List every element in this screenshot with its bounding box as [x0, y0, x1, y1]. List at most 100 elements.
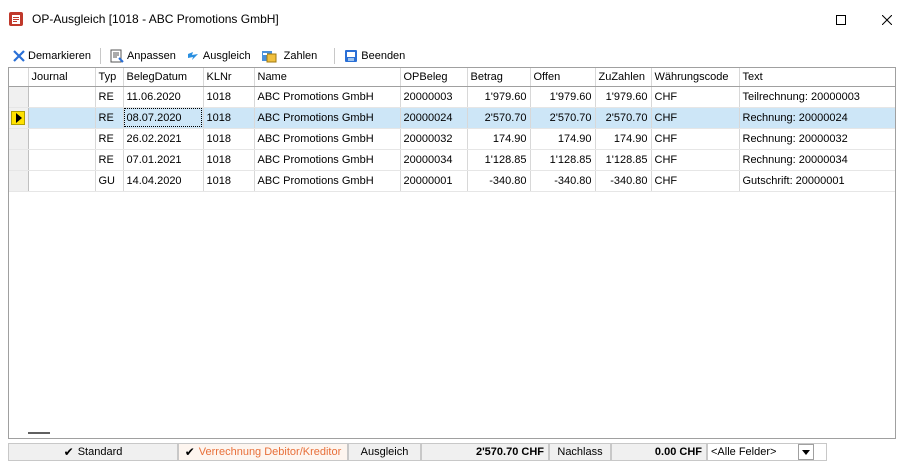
column-header-waehrungscode[interactable]: Währungscode	[651, 68, 740, 87]
cell-typ[interactable]: RE	[95, 149, 124, 171]
row-indicator[interactable]	[9, 128, 29, 150]
cell-belegdatum[interactable]: 14.04.2020	[123, 170, 204, 192]
cell-zuzahlen[interactable]: 1'979.60	[595, 86, 652, 108]
row-indicator[interactable]	[9, 86, 29, 108]
table-row-selected[interactable]: RE 08.07.2020 1018 ABC Promotions GmbH 2…	[9, 107, 895, 129]
cell-typ[interactable]: RE	[95, 86, 124, 108]
column-header-belegdatum[interactable]: BelegDatum	[123, 68, 204, 87]
ausgleich-button[interactable]: Ausgleich	[183, 46, 254, 66]
cell-zuzahlen[interactable]: 1'128.85	[595, 149, 652, 171]
column-header-opbeleg[interactable]: OPBeleg	[400, 68, 468, 87]
cell-journal[interactable]	[28, 170, 96, 192]
row-indicator-current[interactable]	[9, 107, 29, 129]
cell-text[interactable]: Gutschrift: 20000001	[739, 170, 895, 192]
column-header-journal[interactable]: Journal	[28, 68, 96, 87]
title-bar: OP-Ausgleich [1018 - ABC Promotions GmbH…	[0, 0, 903, 40]
field-filter-select[interactable]: <Alle Felder>	[707, 443, 827, 461]
cell-name[interactable]: ABC Promotions GmbH	[254, 86, 401, 108]
cell-typ[interactable]: RE	[95, 107, 124, 129]
column-header-klnr[interactable]: KLNr	[203, 68, 255, 87]
cell-zuzahlen[interactable]: 2'570.70	[595, 107, 652, 129]
anpassen-button[interactable]: Anpassen	[107, 46, 179, 66]
cell-opbeleg[interactable]: 20000032	[400, 128, 468, 150]
column-header-name[interactable]: Name	[254, 68, 401, 87]
cell-waehrungscode[interactable]: CHF	[651, 107, 740, 129]
column-header-betrag[interactable]: Betrag	[467, 68, 531, 87]
zahlen-button[interactable]: Zahlen	[258, 46, 321, 66]
cell-journal[interactable]	[28, 149, 96, 171]
cell-text[interactable]: Rechnung: 20000032	[739, 128, 895, 150]
cell-journal[interactable]	[28, 86, 96, 108]
ausgleich-label: Ausgleich	[348, 443, 421, 461]
cell-belegdatum[interactable]: 07.01.2021	[123, 149, 204, 171]
cell-offen[interactable]: -340.80	[530, 170, 596, 192]
table-row[interactable]: RE 11.06.2020 1018 ABC Promotions GmbH 2…	[9, 86, 895, 108]
cell-klnr[interactable]: 1018	[203, 128, 255, 150]
cell-opbeleg[interactable]: 20000001	[400, 170, 468, 192]
cell-offen[interactable]: 1'128.85	[530, 149, 596, 171]
cell-waehrungscode[interactable]: CHF	[651, 86, 740, 108]
column-header-offen[interactable]: Offen	[530, 68, 596, 87]
verrechnung-label: Verrechnung Debitor/Kreditor	[198, 446, 342, 458]
cell-name[interactable]: ABC Promotions GmbH	[254, 107, 401, 129]
cell-name[interactable]: ABC Promotions GmbH	[254, 128, 401, 150]
cell-klnr[interactable]: 1018	[203, 149, 255, 171]
maximize-icon	[836, 15, 846, 25]
cell-offen[interactable]: 1'979.60	[530, 86, 596, 108]
cell-name[interactable]: ABC Promotions GmbH	[254, 170, 401, 192]
close-button[interactable]	[864, 0, 903, 40]
row-indicator[interactable]	[9, 170, 29, 192]
cell-waehrungscode[interactable]: CHF	[651, 149, 740, 171]
cell-betrag[interactable]: 1'128.85	[467, 149, 531, 171]
maximize-button[interactable]	[818, 0, 864, 40]
cell-opbeleg[interactable]: 20000024	[400, 107, 468, 129]
ausgleich-value: 2'570.70 CHF	[421, 443, 549, 461]
beenden-button[interactable]: Beenden	[341, 46, 408, 66]
cell-belegdatum[interactable]: 26.02.2021	[123, 128, 204, 150]
cell-typ[interactable]: RE	[95, 128, 124, 150]
cell-opbeleg[interactable]: 20000003	[400, 86, 468, 108]
cell-klnr[interactable]: 1018	[203, 107, 255, 129]
cell-journal[interactable]	[28, 107, 96, 129]
cell-text[interactable]: Rechnung: 20000034	[739, 149, 895, 171]
verrechnung-toggle[interactable]: ✔ Verrechnung Debitor/Kreditor	[178, 443, 348, 461]
table-row[interactable]: RE 07.01.2021 1018 ABC Promotions GmbH 2…	[9, 149, 895, 171]
table-row[interactable]: GU 14.04.2020 1018 ABC Promotions GmbH 2…	[9, 170, 895, 192]
cell-belegdatum[interactable]: 08.07.2020	[123, 107, 204, 129]
cell-waehrungscode[interactable]: CHF	[651, 128, 740, 150]
cell-text[interactable]: Teilrechnung: 20000003	[739, 86, 895, 108]
demarkieren-button[interactable]: Demarkieren	[10, 46, 94, 66]
cell-opbeleg[interactable]: 20000034	[400, 149, 468, 171]
standard-toggle[interactable]: ✔ Standard	[8, 443, 178, 461]
cell-zuzahlen[interactable]: -340.80	[595, 170, 652, 192]
cell-betrag[interactable]: 1'979.60	[467, 86, 531, 108]
horizontal-scrollbar[interactable]	[8, 426, 896, 439]
cell-offen[interactable]: 174.90	[530, 128, 596, 150]
header-row: Journal Typ BelegDatum KLNr Name OPBeleg…	[9, 68, 895, 87]
table-row[interactable]: RE 26.02.2021 1018 ABC Promotions GmbH 2…	[9, 128, 895, 150]
chevron-down-icon[interactable]	[798, 444, 815, 460]
column-header-text[interactable]: Text	[739, 68, 895, 87]
cell-klnr[interactable]: 1018	[203, 170, 255, 192]
scrollbar-thumb[interactable]	[28, 432, 50, 434]
cell-klnr[interactable]: 1018	[203, 86, 255, 108]
column-header-zuzahlen[interactable]: ZuZahlen	[595, 68, 652, 87]
cell-journal[interactable]	[28, 128, 96, 150]
cell-betrag[interactable]: -340.80	[467, 170, 531, 192]
current-row-arrow-icon	[11, 110, 25, 125]
cell-text[interactable]: Rechnung: 20000024	[739, 107, 895, 129]
cell-name[interactable]: ABC Promotions GmbH	[254, 149, 401, 171]
cell-betrag[interactable]: 174.90	[467, 128, 531, 150]
cell-waehrungscode[interactable]: CHF	[651, 170, 740, 192]
column-header-typ[interactable]: Typ	[95, 68, 124, 87]
status-bar: ✔ Standard ✔ Verrechnung Debitor/Kredito…	[8, 443, 903, 461]
row-indicator[interactable]	[9, 149, 29, 171]
open-items-grid[interactable]: Journal Typ BelegDatum KLNr Name OPBeleg…	[8, 67, 896, 439]
close-icon	[882, 15, 892, 25]
cell-belegdatum[interactable]: 11.06.2020	[123, 86, 204, 108]
cell-typ[interactable]: GU	[95, 170, 124, 192]
cell-zuzahlen[interactable]: 174.90	[595, 128, 652, 150]
cell-betrag[interactable]: 2'570.70	[467, 107, 531, 129]
cell-offen[interactable]: 2'570.70	[530, 107, 596, 129]
field-filter-value: <Alle Felder>	[711, 446, 777, 458]
